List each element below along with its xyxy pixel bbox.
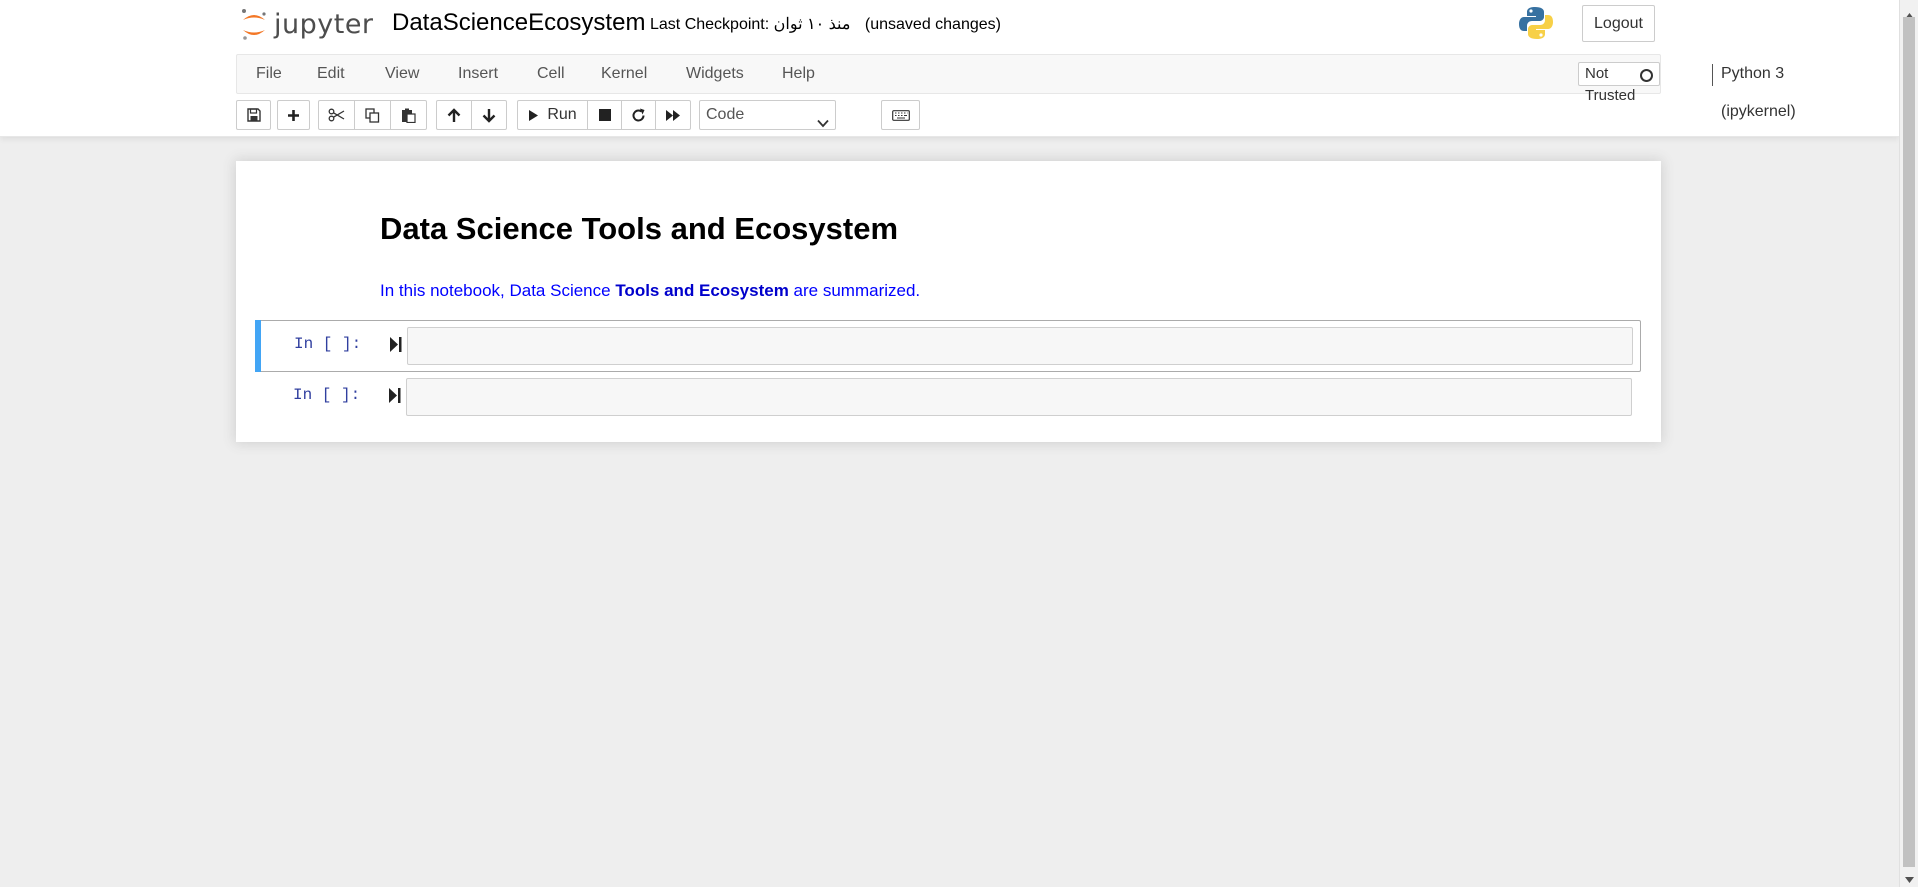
notebook-container: Data Science Tools and Ecosystem In this…: [236, 161, 1661, 442]
code-cell[interactable]: In [ ]:: [255, 372, 1641, 424]
run-cell-icon[interactable]: [390, 337, 402, 357]
code-input[interactable]: [407, 327, 1633, 365]
save-button[interactable]: [236, 100, 271, 130]
fast-forward-icon: [665, 109, 681, 122]
cell-prompt: In [ ]:: [293, 386, 361, 404]
scrollbar-thumb[interactable]: [1903, 17, 1915, 867]
cell-prompt: In [ ]:: [294, 335, 362, 353]
menu-view[interactable]: View: [385, 55, 419, 93]
cell-type-select[interactable]: Code: [699, 100, 836, 130]
arrow-up-icon: [447, 107, 461, 123]
chevron-down-icon: [817, 110, 829, 138]
cut-button[interactable]: [318, 100, 355, 130]
paragraph-text-start: In this notebook, Data Science: [380, 281, 616, 300]
stop-icon: [598, 109, 611, 121]
code-cell[interactable]: In [ ]:: [255, 320, 1641, 372]
notebook-header: jupyter DataScienceEcosystem Last Checkp…: [0, 0, 1899, 137]
markdown-heading[interactable]: Data Science Tools and Ecosystem: [380, 211, 898, 247]
menu-edit[interactable]: Edit: [317, 55, 345, 93]
toolbar: Run Code: [236, 100, 936, 132]
checkpoint-status: Last Checkpoint: منذ ١٠ ثوان (unsaved ch…: [650, 14, 1001, 34]
menu-file[interactable]: File: [256, 55, 282, 93]
copy-icon: [365, 107, 380, 123]
selected-cell-indicator: [255, 320, 261, 372]
restart-icon: [631, 108, 646, 123]
move-up-button[interactable]: [436, 100, 472, 130]
logout-button[interactable]: Logout: [1582, 5, 1655, 42]
cut-icon: [328, 108, 345, 122]
code-input[interactable]: [406, 378, 1632, 416]
command-palette-button[interactable]: [881, 100, 920, 130]
run-icon: [528, 109, 539, 122]
jupyter-logo-icon: [240, 6, 268, 42]
paragraph-bold-text: Tools and Ecosystem: [615, 281, 789, 300]
scroll-down-icon[interactable]: [1905, 870, 1914, 887]
checkpoint-time: منذ ١٠ ثوان: [773, 16, 851, 33]
menu-help[interactable]: Help: [782, 55, 815, 93]
markdown-paragraph[interactable]: In this notebook, Data Science Tools and…: [380, 281, 920, 301]
arrow-down-icon: [482, 108, 496, 123]
kernel-name[interactable]: Python 3 (ipykernel): [1721, 55, 1796, 120]
menu-widgets[interactable]: Widgets: [686, 55, 744, 93]
copy-button[interactable]: [354, 100, 391, 130]
python-logo-icon: [1518, 5, 1554, 41]
menu-kernel[interactable]: Kernel: [601, 55, 647, 93]
restart-run-all-button[interactable]: [655, 100, 691, 130]
kernel-idle-icon: [1640, 69, 1653, 82]
jupyter-logo-text: jupyter: [274, 8, 374, 40]
run-button[interactable]: Run: [517, 100, 588, 130]
menubar: File Edit View Insert Cell Kernel Widget…: [236, 54, 1796, 120]
notebook-name[interactable]: DataScienceEcosystem: [392, 9, 645, 37]
save-icon: [246, 108, 261, 122]
kernel-divider: [1712, 64, 1713, 86]
vertical-scrollbar[interactable]: [1899, 0, 1918, 887]
autosave-status: (unsaved changes): [864, 16, 1001, 33]
insert-cell-button[interactable]: [277, 100, 310, 130]
checkpoint-label: Last Checkpoint:: [650, 16, 770, 33]
keyboard-icon: [891, 109, 910, 121]
menu-insert[interactable]: Insert: [458, 55, 498, 93]
run-label: Run: [547, 106, 577, 123]
paste-button[interactable]: [390, 100, 427, 130]
restart-kernel-button[interactable]: [621, 100, 656, 130]
plus-icon: [287, 109, 300, 122]
cell-type-value: Code: [706, 106, 745, 123]
move-down-button[interactable]: [471, 100, 507, 130]
paste-icon: [401, 108, 416, 123]
run-cell-icon[interactable]: [389, 388, 401, 408]
paragraph-text-end: are summarized.: [788, 281, 921, 300]
jupyter-logo[interactable]: jupyter: [240, 4, 374, 44]
menu-cell[interactable]: Cell: [537, 55, 565, 93]
interrupt-button[interactable]: [587, 100, 622, 130]
